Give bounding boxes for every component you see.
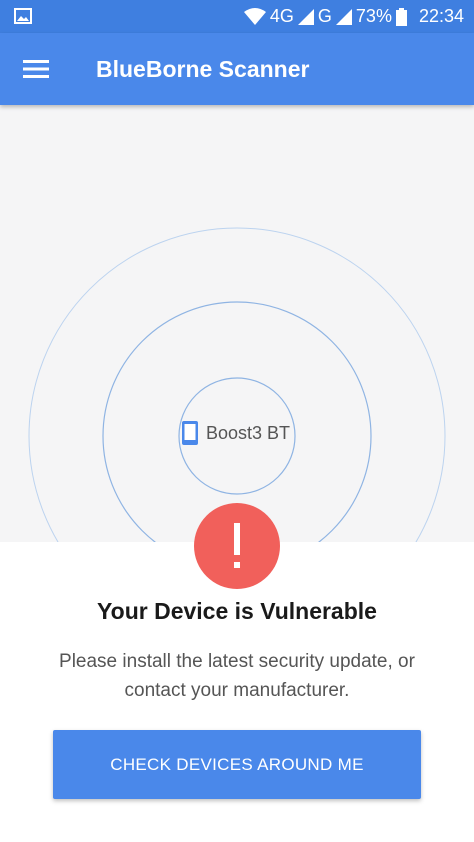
radar-area: Boost3 BT: [0, 105, 474, 542]
signal-icon: [297, 8, 314, 25]
result-headline: Your Device is Vulnerable: [97, 598, 377, 624]
status-bar: 4G G 73% 22:34: [0, 0, 474, 33]
device-node[interactable]: Boost3 BT: [180, 420, 290, 446]
battery-percent: 73%: [355, 6, 392, 26]
alert-badge: [194, 503, 280, 589]
network-type-secondary: G: [317, 6, 332, 26]
radar-ring-outer: [28, 227, 446, 542]
battery-icon: [395, 7, 407, 26]
clock: 22:34: [418, 6, 464, 26]
network-type: 4G: [269, 6, 294, 26]
result-message: Please install the latest security updat…: [59, 651, 415, 701]
device-name: Boost3 BT: [206, 422, 291, 443]
signal-icon: [335, 8, 352, 25]
hamburger-menu-icon: [23, 60, 49, 78]
phone-icon: [182, 421, 198, 445]
check-devices-button[interactable]: CHECK DEVICES AROUND ME: [53, 730, 421, 799]
app-bar: BlueBorne Scanner: [0, 33, 474, 105]
menu-button[interactable]: [12, 45, 60, 93]
radar-rings: [28, 227, 446, 542]
app-title: BlueBorne Scanner: [96, 56, 310, 82]
wifi-icon: [243, 7, 266, 25]
exclamation-icon: [234, 523, 240, 568]
gallery-icon: [14, 8, 32, 24]
